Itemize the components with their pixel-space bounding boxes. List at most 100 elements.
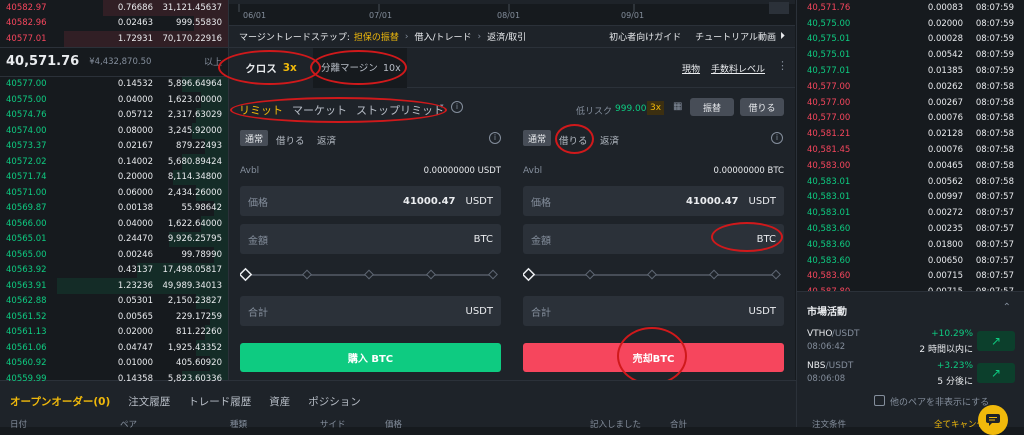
buy-tab-repay[interactable]: 返済: [317, 133, 336, 147]
transfer-button[interactable]: 振替: [690, 98, 734, 116]
order-book-row[interactable]: 40561.52 0.00565 229.17259: [0, 309, 228, 325]
sell-tab-borrow[interactable]: 借りる: [559, 133, 588, 147]
info-icon[interactable]: i: [451, 101, 463, 113]
sell-amount-label: 金額: [531, 235, 551, 247]
step-repay[interactable]: 返済/取引: [487, 30, 526, 43]
chat-support-button[interactable]: [978, 405, 1008, 435]
order-book-row[interactable]: 40571.00 0.06000 2,434.26000: [0, 185, 228, 201]
order-book-amount: 0.00246: [117, 249, 153, 260]
fee-level-link[interactable]: 手数料レベル: [711, 62, 765, 75]
tab-open-orders[interactable]: オープンオーダー(0): [10, 394, 110, 409]
buy-tab-borrow[interactable]: 借りる: [276, 133, 305, 147]
borrow-button[interactable]: 借りる: [740, 98, 784, 116]
order-book-amount: 0.05712: [117, 110, 153, 121]
more-icon[interactable]: ⋮: [777, 59, 788, 72]
order-book-row[interactable]: 40569.87 0.00138 55.98642: [0, 200, 228, 216]
market-activity-item[interactable]: VTHO/USDT 08:06:42 +10.29% 2 時間以内に ↗: [797, 329, 1024, 359]
order-type-limit[interactable]: リミット: [239, 102, 283, 118]
order-book-price: 40559.99: [6, 373, 47, 384]
sell-amount-input[interactable]: 金額 BTC: [523, 224, 784, 254]
trade-time: 08:07:57: [975, 255, 1014, 266]
trend-up-button[interactable]: ↗: [977, 363, 1015, 383]
buy-price-input[interactable]: 価格 41000.47 USDT: [240, 186, 501, 216]
beginner-guide-link[interactable]: 初心者向けガイド: [609, 30, 681, 43]
order-book-row[interactable]: 40562.88 0.05301 2,150.23827: [0, 293, 228, 309]
risk-label: 低リスク: [576, 107, 613, 117]
tab-assets[interactable]: 資産: [269, 394, 290, 409]
buy-amount-slider[interactable]: [240, 267, 502, 283]
play-icon[interactable]: ⏵: [780, 31, 785, 42]
tab-cross-margin[interactable]: クロス 3x: [229, 48, 313, 88]
chevron-right-icon: ›: [477, 31, 482, 42]
sell-total-label: 合計: [531, 307, 551, 319]
order-book-row[interactable]: 40577.01 1.72931 70,170.22916: [0, 31, 228, 47]
sell-total-input[interactable]: 合計 USDT: [523, 296, 784, 326]
activity-pair: VTHO: [807, 329, 833, 339]
order-book-price: 40565.01: [6, 234, 47, 245]
order-book-row[interactable]: 40574.00 0.08000 3,245.92000: [0, 123, 228, 139]
step-collateral-transfer[interactable]: 担保の振替: [354, 30, 399, 43]
order-book-row[interactable]: 40563.91 1.23236 49,989.34013: [0, 278, 228, 294]
caret-down-icon[interactable]: ▾: [440, 102, 444, 110]
activity-change: +3.23%: [936, 361, 973, 371]
order-book-row[interactable]: 40561.13 0.02000 811.22260: [0, 324, 228, 340]
order-book-row[interactable]: 40582.96 0.02463 999.55830: [0, 15, 228, 31]
order-book-row[interactable]: 40577.00 0.14532 5,896.64964: [0, 76, 228, 92]
order-book-row[interactable]: 40565.00 0.00246 99.78990: [0, 247, 228, 263]
order-type-stop-limit[interactable]: ストップリミット: [356, 102, 444, 118]
trade-row: 40,575.01 0.00542 08:07:59: [797, 47, 1024, 63]
order-book-row[interactable]: 40565.01 0.24470 9,926.25795: [0, 231, 228, 247]
more-link[interactable]: 以上: [204, 55, 222, 68]
order-book-row[interactable]: 40561.06 0.04747 1,925.43352: [0, 340, 228, 356]
trade-amount: 0.01385: [927, 66, 963, 77]
trade-price: 40,581.21: [807, 129, 851, 140]
order-book-row[interactable]: 40563.92 0.43137 17,498.05817: [0, 262, 228, 278]
sell-tab-normal[interactable]: 通常: [523, 130, 551, 146]
order-book-row[interactable]: 40573.37 0.02167 879.22493: [0, 138, 228, 154]
order-book-row[interactable]: 40566.00 0.04000 1,622.64000: [0, 216, 228, 232]
spot-link[interactable]: 現物: [682, 62, 700, 75]
tab-positions[interactable]: ポジション: [308, 394, 361, 409]
tab-order-history[interactable]: 注文履歴: [128, 394, 170, 409]
order-book-row[interactable]: 40574.76 0.05712 2,317.63029: [0, 107, 228, 123]
margin-steps: マージントレードステップ: 担保の振替 › 借入/トレード › 返済/取引 初心…: [229, 26, 795, 48]
calculator-icon[interactable]: ▦: [673, 101, 682, 112]
buy-btc-button[interactable]: 購入 BTC: [240, 343, 501, 372]
order-book-amount: 1.72931: [117, 33, 153, 44]
order-book-total: 17,498.05817: [162, 265, 222, 276]
order-type-market[interactable]: マーケット: [292, 102, 347, 118]
buy-tab-normal[interactable]: 通常: [240, 130, 268, 146]
order-book-row[interactable]: 40571.74 0.20000 8,114.34800: [0, 169, 228, 185]
order-book-row[interactable]: 40560.92 0.01000 405.60920: [0, 355, 228, 371]
activity-change: +10.29%: [931, 329, 973, 339]
hide-pairs-checkbox[interactable]: [874, 395, 885, 406]
info-icon[interactable]: i: [489, 132, 501, 144]
buy-total-input[interactable]: 合計 USDT: [240, 296, 501, 326]
activity-note: 5 分後に: [937, 377, 973, 387]
order-book-price: 40561.13: [6, 327, 47, 338]
sell-tab-repay[interactable]: 返済: [600, 133, 619, 147]
step-borrow-trade[interactable]: 借入/トレード: [414, 30, 471, 43]
tutorial-video-link[interactable]: チュートリアル動画: [695, 30, 776, 43]
order-book-total: 2,150.23827: [167, 296, 222, 307]
order-book-row[interactable]: 40575.00 0.04000 1,623.00000: [0, 92, 228, 108]
chevron-up-icon[interactable]: ⌃: [1003, 302, 1011, 313]
sell-amount-slider[interactable]: [523, 267, 785, 283]
info-icon[interactable]: i: [771, 132, 783, 144]
trade-amount: 0.00272: [927, 208, 963, 219]
sell-btc-button[interactable]: 売却BTC: [523, 343, 784, 372]
last-price: 40,571.76: [6, 54, 80, 69]
tab-isolated-margin[interactable]: 分離マージン 10x: [313, 48, 407, 88]
order-book-total: 9,926.25795: [167, 234, 222, 245]
trade-time: 08:07:58: [975, 113, 1014, 124]
order-book-total: 405.60920: [176, 358, 222, 369]
sell-price-input[interactable]: 価格 41000.47 USDT: [523, 186, 784, 216]
tab-trade-history[interactable]: トレード履歴: [188, 394, 251, 409]
market-activity-item[interactable]: NBS/USDT 08:06:08 +3.23% 5 分後に ↗: [797, 361, 1024, 391]
order-book-row[interactable]: 40572.02 0.14002 5,680.89424: [0, 154, 228, 170]
date-tick: 08/01: [497, 11, 521, 20]
trend-up-button[interactable]: ↗: [977, 331, 1015, 351]
order-book-row[interactable]: 40582.97 0.76686 31,121.45637: [0, 0, 228, 16]
buy-amount-input[interactable]: 金額 BTC: [240, 224, 501, 254]
activity-time: 08:06:08: [807, 374, 846, 384]
